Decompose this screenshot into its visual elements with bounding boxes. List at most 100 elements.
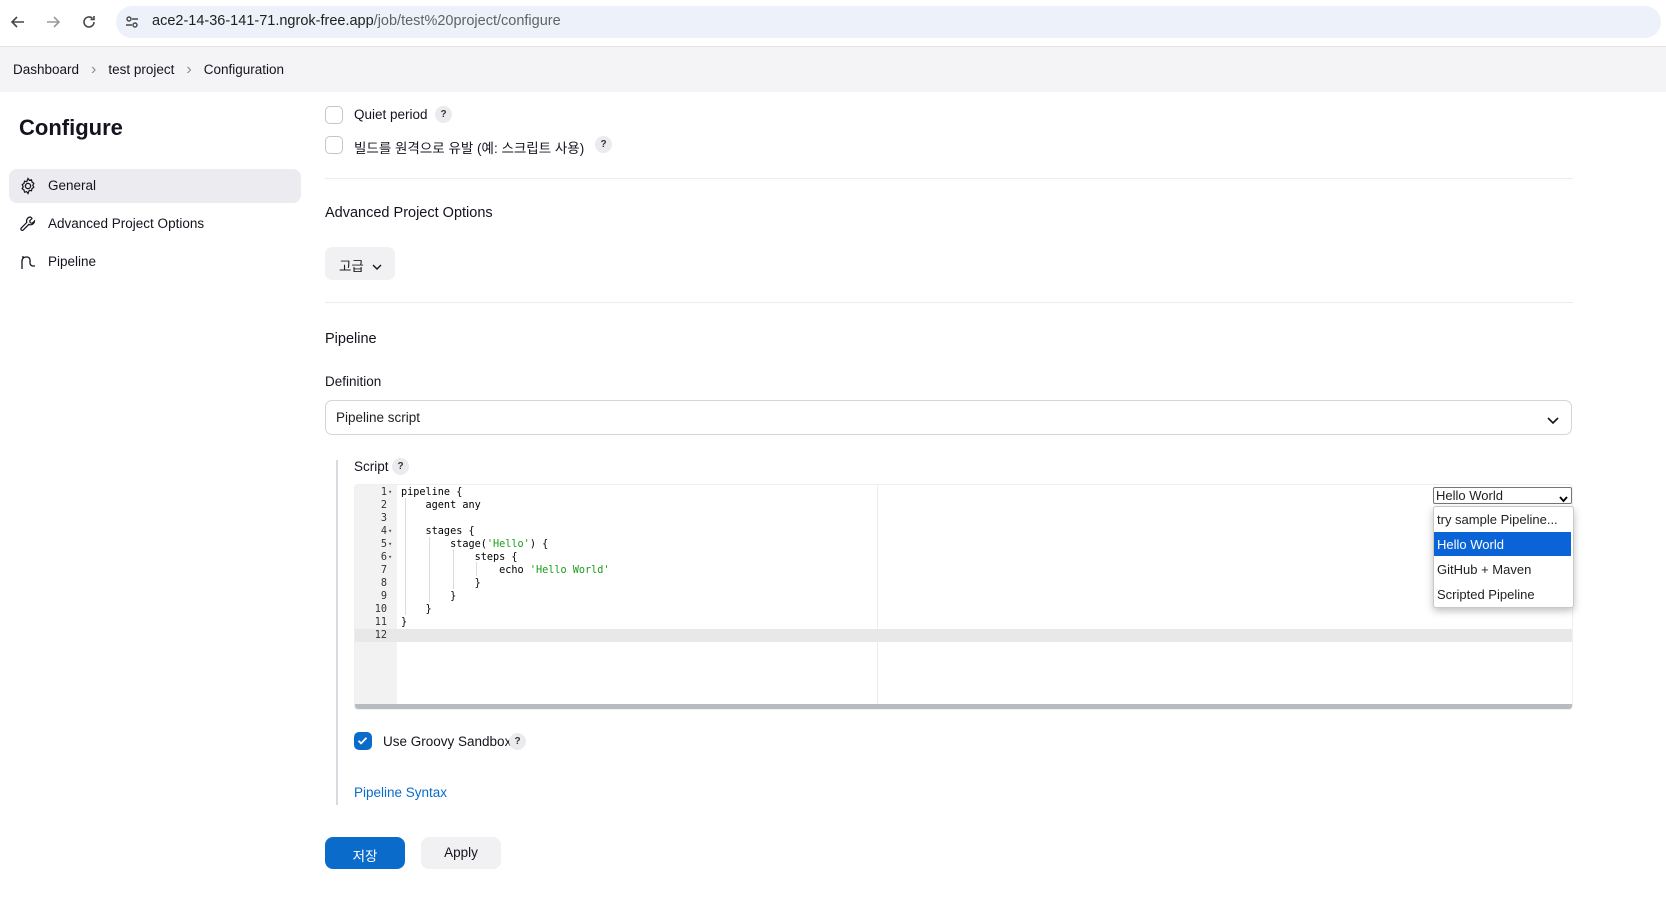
definition-label: Definition	[325, 374, 382, 389]
reload-icon[interactable]	[77, 10, 101, 34]
definition-select[interactable]: Pipeline script	[325, 400, 1572, 435]
code-text: echo 'Hello World'	[401, 564, 610, 577]
code-line: 8 }	[355, 577, 1572, 590]
forward-arrow-icon[interactable]	[41, 10, 65, 34]
code-line: 9 }	[355, 590, 1572, 603]
option-label: GitHub + Maven	[1437, 562, 1532, 577]
pipeline-icon	[19, 253, 37, 271]
sample-option-selected[interactable]: Hello World	[1434, 532, 1571, 556]
pipeline-section-title: Pipeline	[325, 331, 377, 347]
line-number: 2	[380, 500, 387, 511]
fold-arrow-icon[interactable]: ▾	[388, 525, 392, 538]
url-path: /job/test%20project/configure	[373, 13, 561, 29]
line-number: 1	[380, 487, 387, 498]
code-line: 7 echo 'Hello World'	[355, 564, 1572, 577]
fold-arrow-icon[interactable]: ▾	[388, 538, 392, 551]
indent-guide	[405, 498, 406, 615]
fold-arrow-icon[interactable]: ▾	[388, 486, 392, 499]
sample-option[interactable]: GitHub + Maven	[1434, 557, 1571, 581]
code-line: 5 ▾ stage('Hello') {	[355, 538, 1572, 551]
option-label: Hello World	[1437, 537, 1504, 552]
gear-icon	[19, 177, 37, 195]
address-bar[interactable]: ace2-14-36-141-71.ngrok-free.app/job/tes…	[116, 6, 1661, 38]
line-number: 6	[380, 552, 387, 563]
script-help-icon[interactable]: ?	[392, 458, 409, 475]
fold-arrow-icon[interactable]: ▾	[388, 551, 392, 564]
trigger-remote-help-icon[interactable]: ?	[595, 136, 612, 153]
code-token: ) {	[529, 539, 549, 550]
code-line: 6 ▾ steps {	[355, 551, 1572, 564]
chevron-down-icon	[372, 259, 382, 274]
line-number: 8	[380, 578, 387, 589]
code-token: }	[401, 578, 481, 589]
quiet-period-help-icon[interactable]: ?	[435, 106, 452, 123]
code-token: agent any	[401, 500, 481, 511]
breadcrumb: Dashboard › test project › Configuration	[0, 47, 1666, 92]
advanced-button[interactable]: 고급	[325, 247, 395, 280]
quiet-period-label: Quiet period	[354, 107, 428, 122]
nested-section-bar	[336, 460, 338, 805]
section-divider	[325, 178, 1573, 179]
script-editor[interactable]: 1 ▾ pipeline {2 agent any 3 4 ▾ stages {5 ▾ st…	[354, 484, 1573, 710]
chevron-right-icon: ›	[91, 60, 97, 78]
save-button-label: 저장	[352, 849, 378, 864]
sidebar-item-advanced-project-options[interactable]: Advanced Project Options	[9, 207, 301, 241]
site-settings-icon[interactable]	[124, 14, 140, 35]
breadcrumb-test-project[interactable]: test project	[108, 62, 174, 77]
code-text: stage('Hello') {	[401, 538, 548, 551]
sample-option[interactable]: Scripted Pipeline	[1434, 582, 1571, 606]
line-number: 12	[374, 630, 387, 641]
indent-guide	[429, 537, 430, 602]
checkmark-icon	[357, 737, 368, 745]
groovy-sandbox-checkbox[interactable]	[354, 732, 372, 750]
line-number: 7	[380, 565, 387, 576]
url-host: ace2-14-36-141-71.ngrok-free.app	[152, 13, 374, 29]
quiet-period-checkbox[interactable]	[325, 106, 343, 124]
sidebar-item-pipeline[interactable]: Pipeline	[9, 245, 301, 279]
code-token: pipeline {	[401, 487, 463, 498]
code-token: }	[401, 617, 408, 628]
code-line: 3	[355, 512, 1572, 525]
code-text: agent any	[401, 499, 481, 512]
definition-selected-value: Pipeline script	[336, 410, 421, 425]
section-divider	[325, 302, 1573, 303]
breadcrumb-configuration: Configuration	[203, 62, 285, 77]
pipeline-syntax-link[interactable]: Pipeline Syntax	[354, 785, 447, 800]
code-text: steps {	[401, 551, 518, 564]
groovy-sandbox-help-icon[interactable]: ?	[509, 733, 526, 750]
apply-button-label: Apply	[444, 845, 478, 860]
editor-horizontal-scrollbar[interactable]	[355, 704, 1572, 709]
chevron-down-icon	[1559, 491, 1568, 506]
advanced-button-label: 고급	[339, 259, 364, 274]
code-token: echo	[401, 565, 530, 576]
page-title: Configure	[19, 115, 123, 140]
code-string: 'Hello'	[486, 539, 530, 550]
trigger-remote-checkbox[interactable]	[325, 136, 343, 154]
sidebar-item-label: Pipeline	[48, 254, 97, 269]
sidebar-item-label: Advanced Project Options	[48, 216, 205, 231]
code-line: 12	[355, 629, 1572, 642]
code-token: stage(	[401, 539, 487, 550]
groovy-sandbox-label: Use Groovy Sandbox	[383, 734, 512, 749]
code-line: 10 }	[355, 603, 1572, 616]
sample-option[interactable]: try sample Pipeline...	[1434, 507, 1571, 531]
save-button[interactable]: 저장	[325, 837, 405, 869]
code-token: steps {	[401, 552, 518, 563]
sample-selected-value: Hello World	[1436, 488, 1503, 503]
code-token: stages {	[401, 526, 475, 537]
code-text: }	[401, 577, 481, 590]
code-line: 11}	[355, 616, 1572, 629]
option-label: try sample Pipeline...	[1437, 512, 1558, 527]
sidebar-item-general[interactable]: General	[9, 169, 301, 203]
code-string: 'Hello World'	[529, 565, 610, 576]
breadcrumb-dashboard[interactable]: Dashboard	[13, 62, 79, 77]
indent-guide	[453, 549, 454, 589]
line-number: 5	[380, 539, 387, 550]
line-number: 10	[374, 604, 387, 615]
back-arrow-icon[interactable]	[6, 10, 30, 34]
sidebar-item-label: General	[48, 178, 97, 193]
code-text: stages {	[401, 525, 475, 538]
sample-pipeline-select[interactable]: Hello World	[1433, 487, 1572, 504]
sample-pipeline-dropdown: try sample Pipeline... Hello World GitHu…	[1433, 506, 1574, 608]
apply-button[interactable]: Apply	[421, 837, 501, 869]
